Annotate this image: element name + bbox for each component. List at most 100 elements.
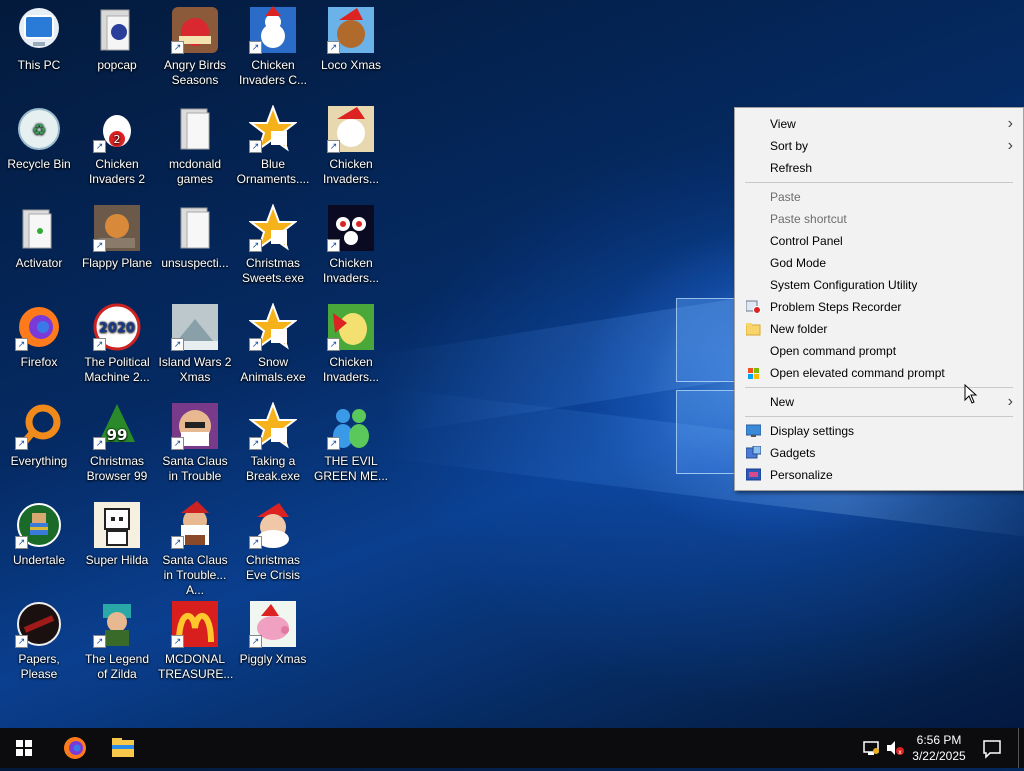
chicken-icon: 2 ↗ [93,105,141,153]
desktop-icon-chicken-invaders-c[interactable]: ↗ Chicken Invaders C... [234,0,312,96]
network-icon[interactable] [860,728,882,768]
mouse-cursor-icon [964,384,978,404]
folder-icon [746,323,761,336]
desktop-icon-firefox[interactable]: ↗ Firefox [0,297,78,393]
folder-icon [15,204,63,252]
folder-icon [171,105,219,153]
firefox-icon: ↗ [15,303,63,351]
uac-shield-icon [748,368,759,379]
menu-separator [745,182,1013,183]
desktop-icon-recycle-bin[interactable]: ♻ Recycle Bin [0,99,78,195]
desktop-icon-everything[interactable]: ↗ Everything [0,396,78,492]
recycle-bin-icon: ♻ [15,105,63,153]
svg-text:2: 2 [114,133,121,146]
menu-item-paste[interactable]: Paste [737,186,1021,208]
desktop-icon-chicken-invaders-3[interactable]: ↗ Chicken Invaders... [312,198,390,294]
desktop-icon-mcdonal-treasure[interactable]: ↗ MCDONAL TREASURE... [156,594,234,690]
notification-icon [983,740,1001,759]
desktop-icon-flappy-plane[interactable]: ↗ Flappy Plane [78,198,156,294]
clock-time: 6:56 PM [916,733,962,747]
menu-item-display-settings[interactable]: Display settings [737,420,1021,442]
angry-birds-icon: ↗ [171,6,219,54]
desktop-icon-christmas-eve-crisis[interactable]: ↗ Christmas Eve Crisis [234,495,312,591]
santa-face-icon: ↗ [171,402,219,450]
chicken-eggs-icon: ↗ [327,204,375,252]
exe-star-icon: ↗ [248,203,298,252]
menu-item-new-folder[interactable]: New folder [737,318,1021,340]
windows-start-icon [16,740,32,756]
menu-item-sort-by[interactable]: Sort by › [737,135,1021,157]
menu-item-problem-steps-recorder[interactable]: Problem Steps Recorder [737,296,1021,318]
desktop-icon-popcap[interactable]: popcap [78,0,156,96]
desktop-icon-legend-of-zilda[interactable]: ↗ The Legend of Zilda [78,594,156,690]
firefox-icon [64,737,86,759]
desktop-icon-chicken-invaders-xmas[interactable]: ↗ Chicken Invaders... [312,99,390,195]
svg-text:99: 99 [107,426,128,444]
menu-item-open-command-prompt[interactable]: Open command prompt [737,340,1021,362]
chevron-right-icon: › [1007,115,1013,132]
desktop-icon-political-machine[interactable]: 2020 ↗ The Political Machine 2... [78,297,156,393]
super-hilda-icon [93,501,141,549]
santa-icon: ↗ [171,501,219,549]
menu-item-new[interactable]: New › [737,391,1021,413]
desktop-icon-piggly-xmas[interactable]: ↗ Piggly Xmas [234,594,312,690]
teddy-bear-icon: ↗ [327,6,375,54]
desktop-icon-blue-ornaments[interactable]: ↗ Blue Ornaments.... [234,99,312,195]
magnifier-icon: ↗ [15,402,63,450]
papers-please-icon: ↗ [15,600,63,648]
desktop-icon-undertale[interactable]: ↗ Undertale [0,495,78,591]
desktop-icon-unsuspecti[interactable]: unsuspecti... [156,198,234,294]
desktop-icon-christmas-sweets[interactable]: ↗ Christmas Sweets.exe [234,198,312,294]
desktop-icon-snow-animals[interactable]: ↗ Snow Animals.exe [234,297,312,393]
taskbar-firefox[interactable] [52,728,98,768]
volume-muted-icon[interactable]: x [884,728,906,768]
political-machine-icon: 2020 ↗ [93,303,141,351]
file-explorer-icon [112,738,134,757]
santa-head-icon: ↗ [249,501,297,549]
action-center-button[interactable] [978,728,1006,768]
menu-item-god-mode[interactable]: God Mode [737,252,1021,274]
desktop-icon-santa-claus-in-trouble[interactable]: ↗ Santa Claus in Trouble [156,396,234,492]
taskbar-file-explorer[interactable] [100,728,146,768]
menu-item-open-elevated-command-prompt[interactable]: Open elevated command prompt [737,362,1021,384]
chevron-right-icon: › [1007,393,1013,410]
menu-item-system-configuration[interactable]: System Configuration Utility [737,274,1021,296]
desktop-icon-chicken-invaders-2[interactable]: 2 ↗ Chicken Invaders 2 [78,99,156,195]
exe-star-icon: ↗ [248,401,298,450]
start-button[interactable] [0,728,48,768]
clock-date: 3/22/2025 [912,749,966,763]
show-desktop-button[interactable] [1018,728,1024,768]
taskbar-clock[interactable]: 6:56 PM 3/22/2025 [908,732,970,764]
desktop-icon-papers-please[interactable]: ↗ Papers, Please [0,594,78,690]
desktop-icon-loco-xmas[interactable]: ↗ Loco Xmas [312,0,390,96]
chevron-right-icon: › [1007,137,1013,154]
monitor-icon [746,424,761,437]
desktop-icon-island-wars[interactable]: ↗ Island Wars 2 Xmas [156,297,234,393]
taskbar: x 6:56 PM 3/22/2025 [0,728,1024,768]
mcdonalds-logo-icon: ↗ [171,600,219,648]
desktop-context-menu: View › Sort by › Refresh Paste Paste sho… [734,107,1024,491]
messenger-icon: ↗ [327,402,375,450]
desktop-icon-activator[interactable]: Activator [0,198,78,294]
gadgets-icon [746,446,761,459]
svg-text:2020: 2020 [99,321,135,336]
menu-item-control-panel[interactable]: Control Panel [737,230,1021,252]
desktop-icon-super-hilda[interactable]: Super Hilda [78,495,156,591]
menu-item-gadgets[interactable]: Gadgets [737,442,1021,464]
desktop-icon-angry-birds-seasons[interactable]: ↗ Angry Birds Seasons [156,0,234,96]
desktop-icon-christmas-browser-99[interactable]: 99 ↗ Christmas Browser 99 [78,396,156,492]
menu-item-refresh[interactable]: Refresh [737,157,1021,179]
menu-item-personalize[interactable]: Personalize [737,464,1021,486]
desktop-icon-the-evil-green-me[interactable]: ↗ THE EVIL GREEN ME... [312,396,390,492]
island-wars-icon: ↗ [171,303,219,351]
desktop-icon-santa-claus-in-trouble-a[interactable]: ↗ Santa Claus in Trouble... A... [156,495,234,597]
menu-item-paste-shortcut[interactable]: Paste shortcut [737,208,1021,230]
menu-item-view[interactable]: View › [737,113,1021,135]
desktop-icon-mcdonald-games[interactable]: mcdonald games [156,99,234,195]
pig-icon: ↗ [249,600,297,648]
desktop-icon-this-pc[interactable]: This PC [0,0,78,96]
svg-text:♻: ♻ [32,120,46,139]
desktop-icon-taking-a-break[interactable]: ↗ Taking a Break.exe [234,396,312,492]
steps-recorder-icon [746,300,761,314]
desktop-icon-chicken-invaders-4[interactable]: ↗ Chicken Invaders... [312,297,390,393]
